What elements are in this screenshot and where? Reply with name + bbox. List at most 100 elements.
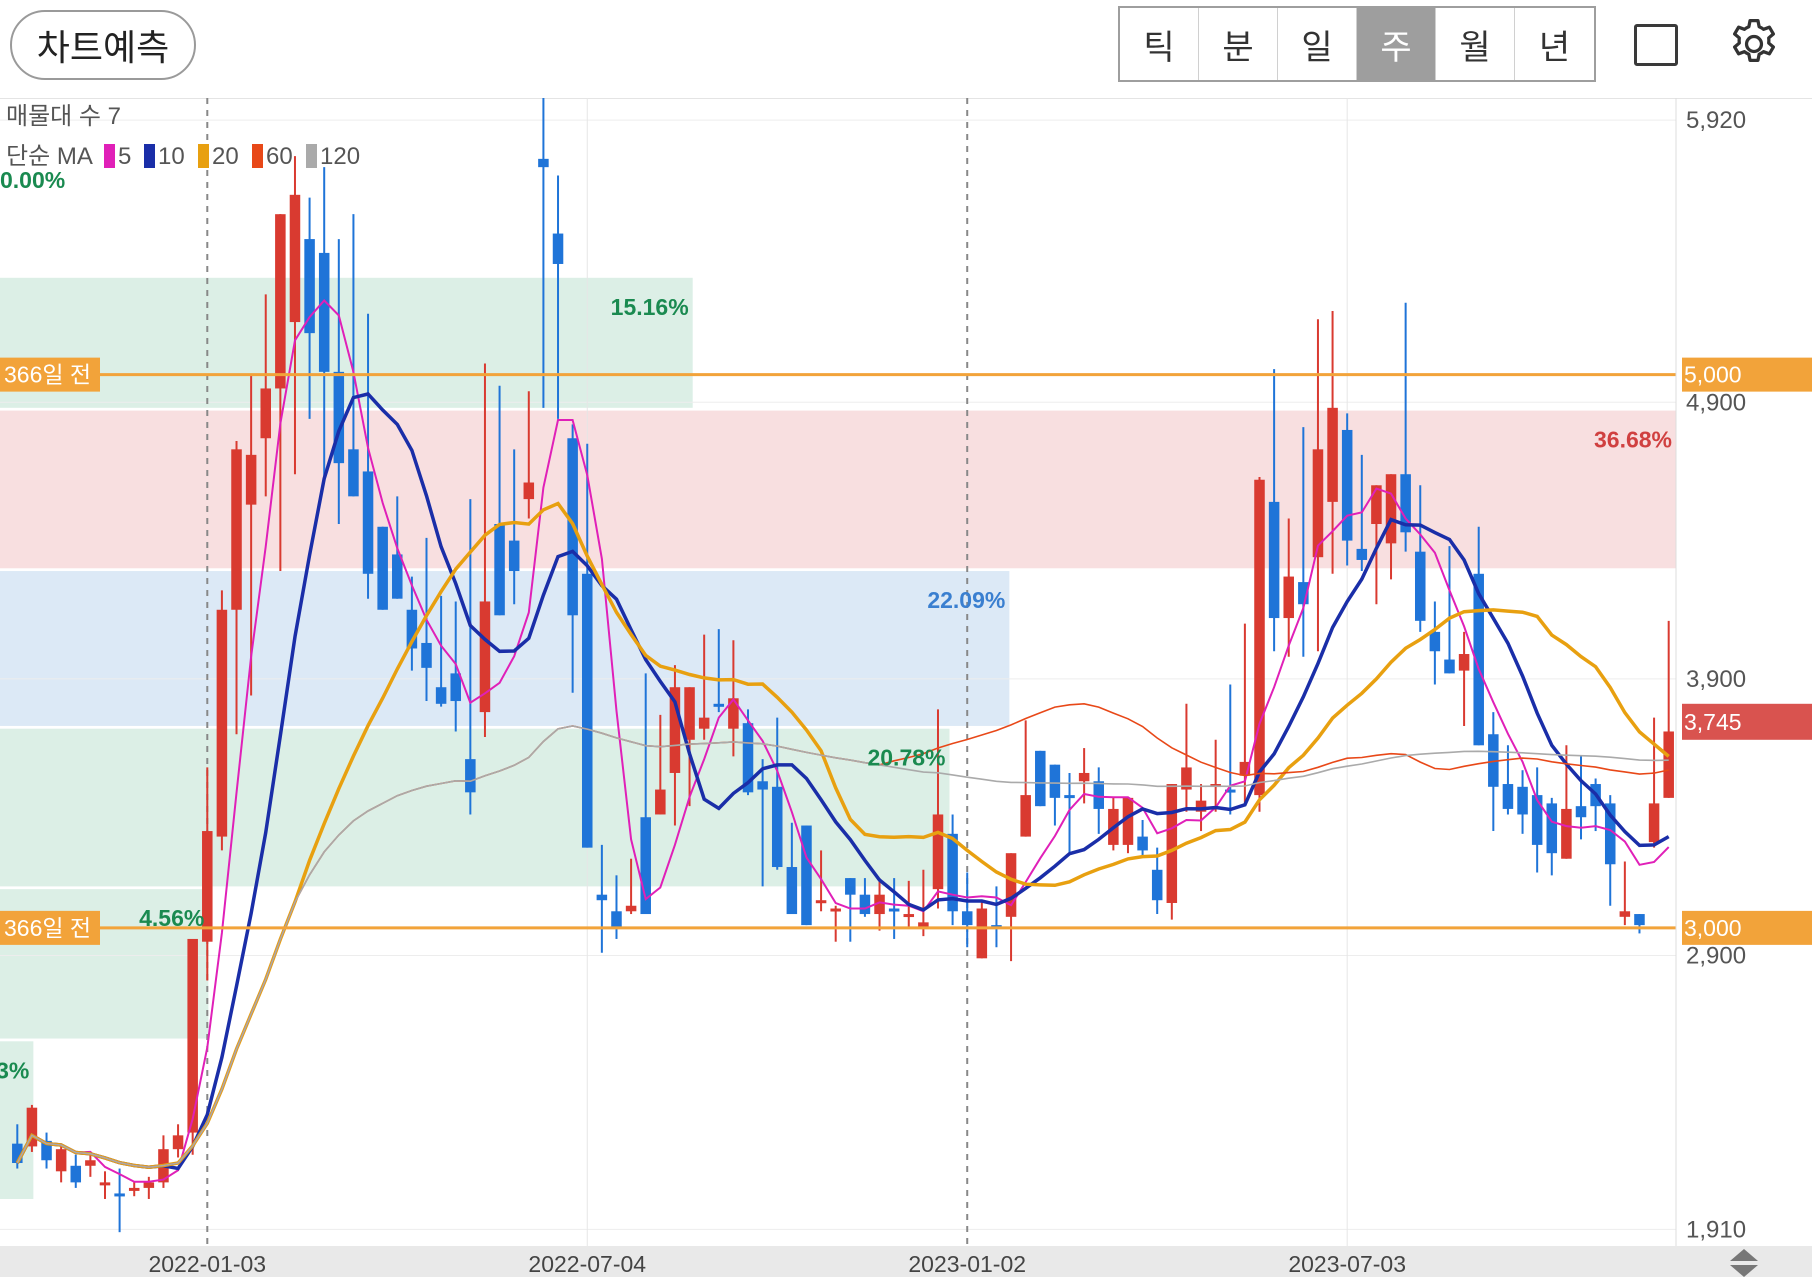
candle-body-11 xyxy=(172,1135,184,1150)
candle-body-110 xyxy=(1619,911,1631,917)
candle-body-33 xyxy=(494,524,505,616)
candle-body-26 xyxy=(392,554,403,599)
candle-body-37 xyxy=(552,233,564,264)
candle-body-31 xyxy=(465,759,476,793)
x-tick-label-0: 2022-01-03 xyxy=(148,1251,266,1277)
candle-body-106 xyxy=(1561,808,1572,859)
tab-week[interactable]: 주 xyxy=(1357,8,1436,80)
candle-body-103 xyxy=(1517,786,1528,815)
candle-body-54 xyxy=(801,825,812,926)
price-line-value-1: 3,000 xyxy=(1684,915,1742,941)
candle-body-18 xyxy=(275,214,286,389)
candle-body-104 xyxy=(1531,795,1543,845)
candle-body-107 xyxy=(1575,806,1587,818)
candle-body-19 xyxy=(289,194,301,323)
tab-tick[interactable]: 틱 xyxy=(1120,8,1199,80)
price-line-label-1: 366일 전 xyxy=(4,915,91,941)
x-axis-band xyxy=(0,1246,1812,1277)
candle-body-68 xyxy=(1005,853,1017,917)
tab-month[interactable]: 월 xyxy=(1436,8,1515,80)
candle-body-25 xyxy=(377,526,388,610)
y-tick-label-4: 1,910 xyxy=(1686,1216,1746,1243)
candle-body-42 xyxy=(625,905,637,912)
candle-body-36 xyxy=(538,158,549,168)
candle-body-15 xyxy=(231,449,242,610)
candle-body-8 xyxy=(128,1187,140,1191)
ma-20-label: 20 xyxy=(212,143,239,170)
candle-body-65 xyxy=(961,911,973,926)
period-tab-group: 틱 분 일 주 월 년 xyxy=(1118,6,1596,82)
candle-body-14 xyxy=(216,609,228,837)
candle-body-41 xyxy=(611,911,622,928)
zone-label-1: 36.68% xyxy=(1594,427,1672,453)
zone-label-0: 15.16% xyxy=(611,294,689,320)
candle-body-34 xyxy=(508,540,520,572)
x-tick-label-2: 2023-01-02 xyxy=(908,1251,1026,1277)
toolbar: 차트예측 틱 분 일 주 월 년 xyxy=(0,0,1812,99)
candle-body-99 xyxy=(1458,654,1470,671)
candle-body-24 xyxy=(362,471,374,574)
ma-20-swatch xyxy=(198,144,209,168)
zone-label-5: 0.73% xyxy=(0,1057,29,1083)
candle-body-91 xyxy=(1341,429,1353,541)
candle-body-23 xyxy=(348,449,359,497)
candle-body-72 xyxy=(1064,795,1075,799)
square-icon[interactable] xyxy=(1634,24,1678,66)
candle-body-96 xyxy=(1414,551,1426,621)
candle-body-90 xyxy=(1327,407,1338,502)
x-tick-label-1: 2022-07-04 xyxy=(528,1251,646,1277)
chart-predict-button[interactable]: 차트예측 xyxy=(10,10,196,80)
candle-body-78 xyxy=(1151,869,1163,901)
candle-body-71 xyxy=(1049,764,1061,798)
candle-body-77 xyxy=(1137,836,1148,851)
candle-body-16 xyxy=(245,454,257,505)
candle-body-48 xyxy=(713,703,725,707)
candle-body-69 xyxy=(1020,795,1031,837)
candle-body-66 xyxy=(976,908,988,959)
candle-body-53 xyxy=(786,867,798,915)
zone-label-2: 22.09% xyxy=(927,587,1005,613)
tab-year[interactable]: 년 xyxy=(1515,8,1594,80)
legend: 매물대 수 7 단순 MA 0.00% 5 10 20 60 120 xyxy=(0,103,360,193)
price-line-value-0: 5,000 xyxy=(1684,362,1742,388)
candle-body-57 xyxy=(845,878,856,895)
y-tick-label-3: 2,900 xyxy=(1686,943,1746,970)
y-tick-label-2: 3,900 xyxy=(1686,666,1746,693)
candle-body-46 xyxy=(684,687,695,740)
gear-icon[interactable] xyxy=(1726,16,1782,72)
candle-body-61 xyxy=(903,914,915,918)
candle-body-63 xyxy=(932,814,944,890)
candle-body-73 xyxy=(1078,772,1090,782)
candle-body-6 xyxy=(99,1182,111,1186)
candle-body-3 xyxy=(55,1149,67,1172)
ma-10-swatch xyxy=(144,144,155,168)
candle-body-98 xyxy=(1444,659,1455,674)
tab-minute[interactable]: 분 xyxy=(1199,8,1278,80)
ma-120-swatch xyxy=(306,144,317,168)
candle-body-70 xyxy=(1035,750,1046,807)
candle-body-58 xyxy=(859,894,871,915)
candle-body-40 xyxy=(596,894,608,901)
candle-body-39 xyxy=(581,573,593,848)
candle-body-28 xyxy=(421,642,432,668)
volume-profile-label: 매물대 수 7 xyxy=(6,103,121,130)
candle-body-111 xyxy=(1634,914,1645,926)
x-tick-label-3: 2023-07-03 xyxy=(1288,1251,1406,1277)
y-tick-label-1: 4,900 xyxy=(1686,389,1746,416)
candle-body-112 xyxy=(1648,803,1660,843)
candle-body-30 xyxy=(450,673,461,702)
candlestick-chart[interactable]: 366일 전 5,000 366일 전 3,000 3,745 15.16% 36.68%… xyxy=(0,98,1812,1277)
tab-day[interactable]: 일 xyxy=(1278,8,1357,80)
ma-120-label: 120 xyxy=(320,143,360,170)
top-percent: 0.00% xyxy=(0,167,65,193)
candle-body-85 xyxy=(1254,479,1265,796)
ma-60-swatch xyxy=(252,144,263,168)
candle-body-5 xyxy=(85,1160,96,1166)
ma-5-swatch xyxy=(104,144,115,168)
price-line-label-0: 366일 전 xyxy=(4,362,91,388)
candle-body-29 xyxy=(435,687,447,704)
candle-body-44 xyxy=(655,789,666,815)
candle-body-60 xyxy=(888,908,900,912)
candle-body-94 xyxy=(1385,474,1397,544)
candle-body-47 xyxy=(698,717,710,729)
